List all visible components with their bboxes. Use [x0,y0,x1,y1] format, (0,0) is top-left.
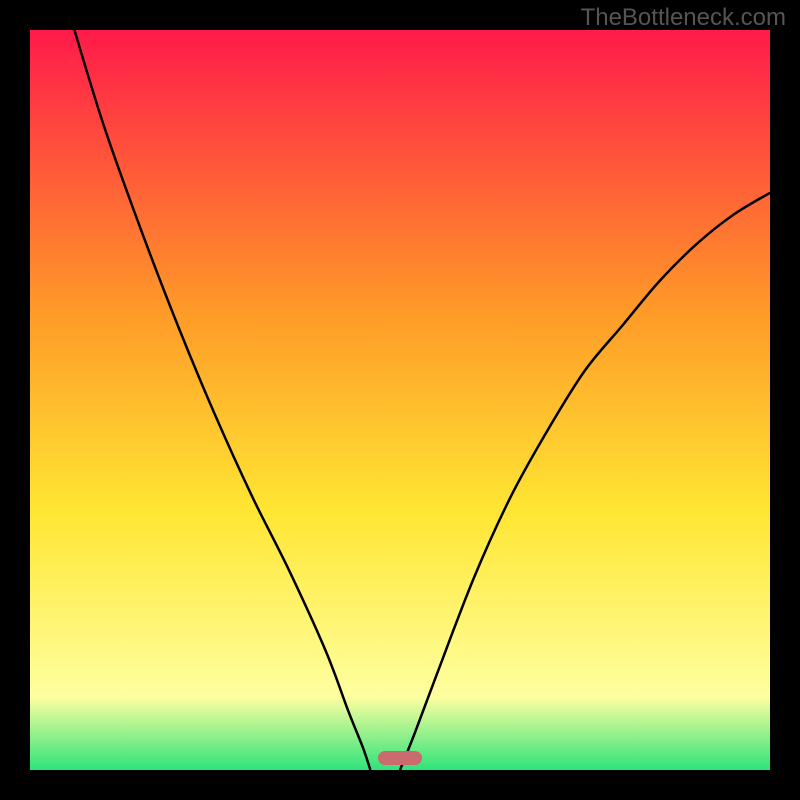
gradient-background [30,30,770,770]
watermark-text: TheBottleneck.com [581,4,786,32]
legend-marker [378,751,422,765]
bottleneck-chart [30,30,770,770]
legend [378,751,422,770]
